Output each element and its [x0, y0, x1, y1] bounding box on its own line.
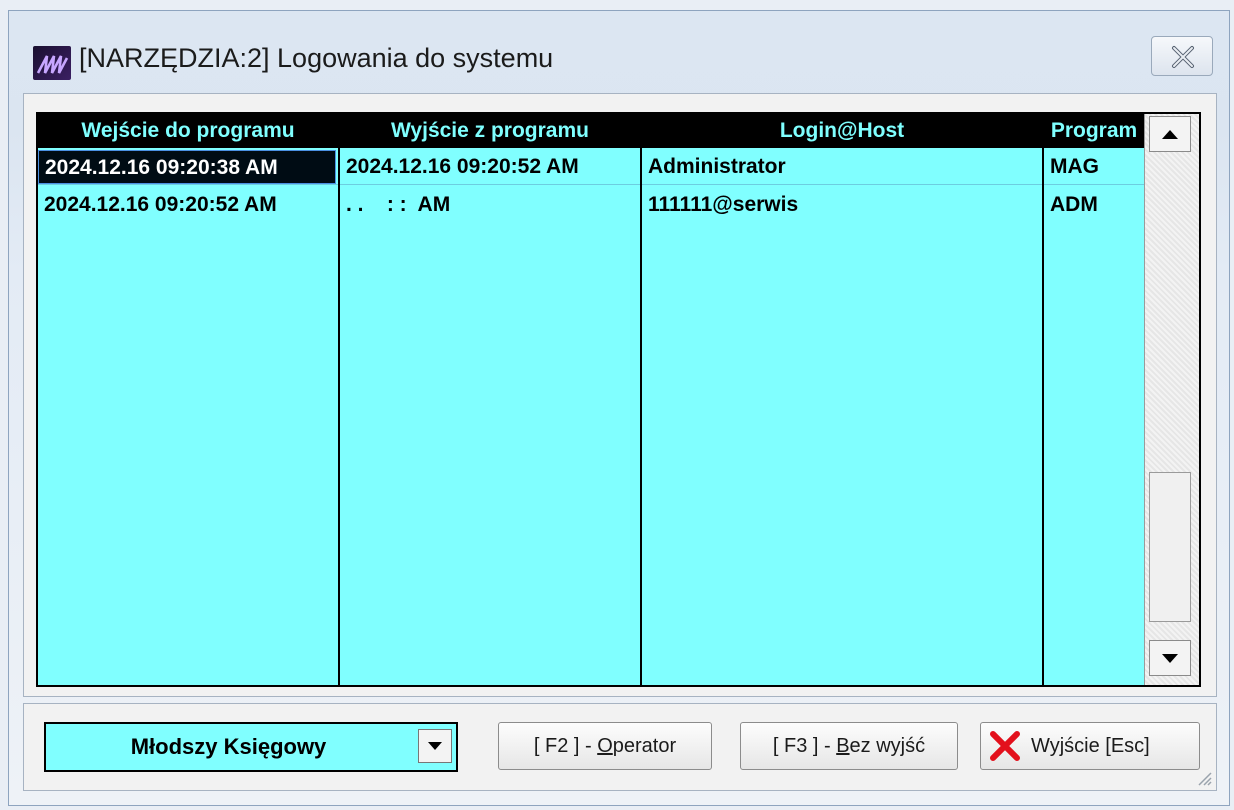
dialog-window: [NARZĘDZIA:2] Logowania do systemu Wejśc…: [8, 10, 1230, 806]
role-select[interactable]: Młodszy Księgowy: [44, 722, 458, 772]
dropdown-arrow-icon: [428, 742, 442, 750]
close-icon: [1172, 46, 1194, 68]
dropdown-button[interactable]: [418, 729, 452, 763]
exit-button[interactable]: Wyjście [Esc]: [980, 722, 1200, 770]
scroll-up-button[interactable]: [1149, 116, 1191, 152]
footer-bar: Młodszy Księgowy [ F2 ] - Operator [ F3 …: [23, 703, 1217, 791]
operator-button-hotkey: O: [597, 735, 613, 757]
no-exit-button-prefix: [ F3 ] -: [772, 735, 837, 757]
login-table[interactable]: Wejście do programu Wyjście z programu L…: [36, 112, 1201, 687]
column-header-entry[interactable]: Wejście do programu: [38, 114, 338, 148]
column-header-program[interactable]: Program: [1044, 114, 1144, 148]
table-cell[interactable]: Administrator: [642, 150, 1042, 184]
table-cell[interactable]: MAG: [1044, 150, 1144, 184]
scroll-down-icon: [1162, 654, 1178, 663]
table-cell[interactable]: 111111@serwis: [642, 188, 1042, 222]
column-divider: [640, 114, 642, 685]
no-exit-button-hotkey: B: [836, 735, 850, 757]
window-title: [NARZĘDZIA:2] Logowania do systemu: [79, 43, 554, 73]
table-cell[interactable]: 2024.12.16 09:20:52 AM: [340, 150, 640, 184]
title-bar: [NARZĘDZIA:2] Logowania do systemu: [9, 11, 1229, 93]
operator-button-rest: perator: [612, 735, 677, 757]
table-cell[interactable]: 2024.12.16 09:20:52 AM: [38, 188, 338, 222]
table-cell[interactable]: 2024.12.16 09:20:38 AM: [38, 150, 336, 184]
operator-button[interactable]: [ F2 ] - Operator: [498, 722, 712, 770]
table-cell[interactable]: . . : : AM: [340, 188, 640, 222]
column-divider: [1042, 114, 1044, 685]
column-header-login-host[interactable]: Login@Host: [642, 114, 1042, 148]
exit-x-icon: [990, 731, 1020, 761]
scroll-down-button[interactable]: [1149, 640, 1191, 676]
no-exit-button[interactable]: [ F3 ] - Bez wyjść: [740, 722, 958, 770]
column-header-exit[interactable]: Wyjście z programu: [340, 114, 640, 148]
log-panel: Wejście do programu Wyjście z programu L…: [23, 93, 1217, 697]
scrollbar-thumb[interactable]: [1149, 472, 1191, 622]
close-button[interactable]: [1151, 36, 1213, 76]
no-exit-button-rest: ez wyjść: [849, 735, 926, 757]
column-divider: [338, 114, 340, 685]
scroll-up-icon: [1162, 130, 1178, 139]
role-select-value: Młodszy Księgowy: [130, 734, 327, 759]
exit-button-label: Wyjście [Esc]: [1031, 735, 1150, 757]
table-cell[interactable]: ADM: [1044, 188, 1144, 222]
operator-button-prefix: [ F2 ] -: [533, 735, 598, 757]
app-logo-icon: [33, 46, 71, 80]
vertical-scrollbar[interactable]: [1144, 114, 1199, 685]
resize-grip-icon[interactable]: [1194, 768, 1212, 786]
